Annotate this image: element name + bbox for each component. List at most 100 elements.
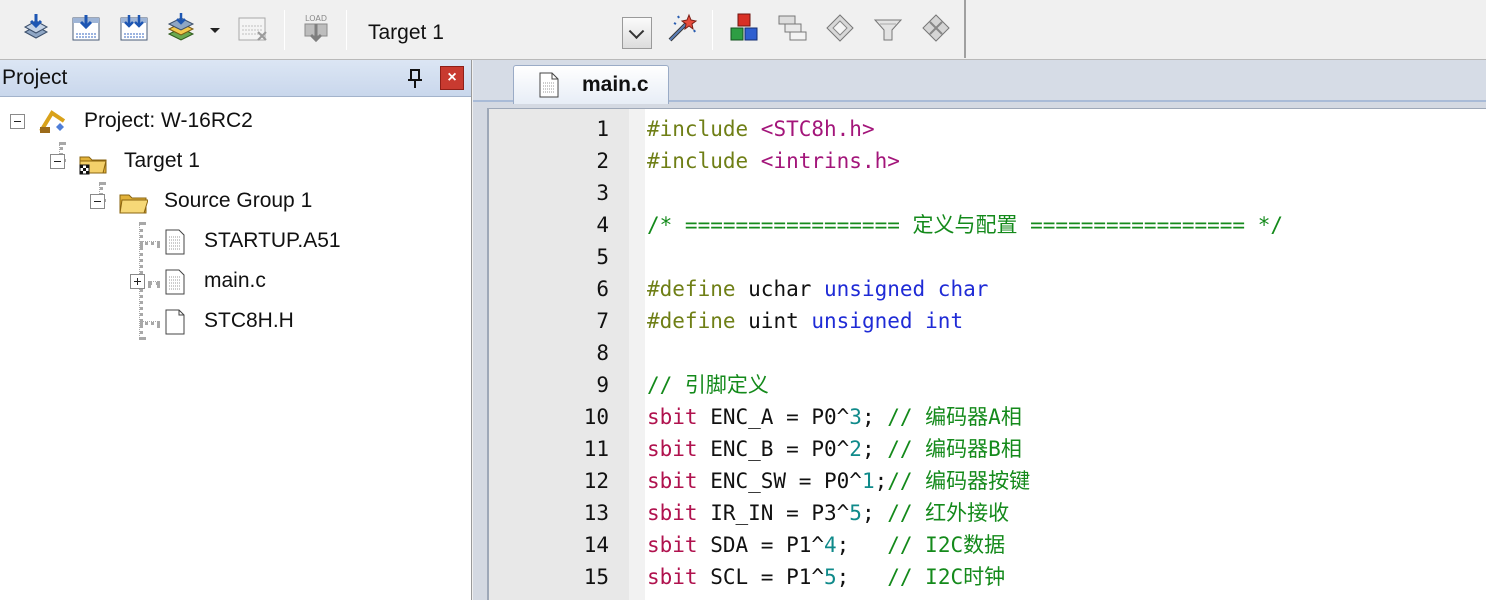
- code-token: // 红外接收: [887, 501, 1010, 525]
- code-token: ENC_SW = P0^: [710, 469, 862, 493]
- code-token: 3: [849, 405, 862, 429]
- project-panel-title: Project: [2, 66, 68, 89]
- options-wand-icon[interactable]: [666, 12, 698, 44]
- select-packs-icon[interactable]: [776, 12, 808, 44]
- manage-run-time-icon[interactable]: [920, 12, 952, 44]
- tree-label: main.c: [204, 269, 266, 292]
- pack-installer-icon[interactable]: [824, 12, 856, 44]
- code-line[interactable]: 3: [489, 177, 1486, 209]
- code-token: // 编码器A相: [887, 405, 1022, 429]
- tree-label: Project: W-16RC2: [84, 109, 253, 132]
- code-line[interactable]: 9 // 引脚定义: [489, 369, 1486, 401]
- tab-label: main.c: [582, 73, 649, 96]
- build-toolbar: LOAD Target 1: [0, 0, 1486, 60]
- code-token: #include: [647, 117, 761, 141]
- code-text: // 引脚定义: [647, 369, 769, 401]
- code-text: #include <STC8h.h>: [647, 113, 875, 145]
- code-line[interactable]: 2 #include <intrins.h>: [489, 145, 1486, 177]
- build-icon[interactable]: [70, 12, 102, 44]
- code-line[interactable]: 13 sbit IR_IN = P3^5; // 红外接收: [489, 497, 1486, 529]
- code-token: #define: [647, 309, 749, 333]
- tree-item-source-group[interactable]: Source Group 1: [0, 184, 470, 218]
- code-token: 5: [849, 501, 862, 525]
- code-line[interactable]: 15 sbit SCL = P1^5; // I2C时钟: [489, 561, 1486, 593]
- line-number: 7: [596, 309, 609, 333]
- code-line[interactable]: 12 sbit ENC_SW = P0^1;// 编码器按键: [489, 465, 1486, 497]
- line-number: 12: [583, 469, 609, 493]
- code-token: sbit: [647, 469, 711, 493]
- line-number: 6: [596, 277, 609, 301]
- expand-icon[interactable]: [130, 274, 145, 289]
- code-line[interactable]: 14 sbit SDA = P1^4; // I2C数据: [489, 529, 1486, 561]
- code-line[interactable]: 8: [489, 337, 1486, 369]
- code-token: unsigned char: [824, 277, 989, 301]
- toolbar-separator: [346, 10, 347, 50]
- code-line[interactable]: 6 #define uchar unsigned char: [489, 273, 1486, 305]
- code-token: SDA = P1^: [710, 533, 825, 557]
- code-line[interactable]: 7 #define uint unsigned int: [489, 305, 1486, 337]
- code-line[interactable]: 4 /* ================= 定义与配置 ============…: [489, 209, 1486, 241]
- code-token: sbit: [647, 565, 711, 589]
- code-token: // I2C时钟: [887, 565, 1006, 589]
- code-line[interactable]: 11 sbit ENC_B = P0^2; // 编码器B相: [489, 433, 1486, 465]
- code-text: sbit ENC_B = P0^2; // 编码器B相: [647, 433, 1022, 465]
- code-editor[interactable]: 1 #include <STC8h.h> 2 #include <intrins.h>…: [487, 108, 1486, 600]
- code-token: 5: [824, 565, 837, 589]
- tab-main-c[interactable]: main.c: [513, 65, 669, 104]
- document-icon: [538, 72, 560, 98]
- folder-icon: [118, 189, 148, 215]
- code-token: ;: [861, 405, 888, 429]
- code-token: #define: [647, 277, 749, 301]
- line-number: 11: [583, 437, 609, 461]
- code-token: // 编码器B相: [887, 437, 1022, 461]
- code-token: // 引脚定义: [647, 373, 769, 397]
- tree-item-target[interactable]: Target 1: [0, 144, 470, 178]
- tree-label: STC8H.H: [204, 309, 294, 332]
- batch-build-dropdown-icon[interactable]: [210, 28, 220, 33]
- line-number: 1: [596, 117, 609, 141]
- line-number: 3: [596, 181, 609, 205]
- toolbar-separator: [712, 10, 713, 50]
- code-text: sbit SCL = P1^5; // I2C时钟: [647, 561, 1005, 593]
- stop-build-icon[interactable]: [236, 12, 268, 44]
- tree-label: Target 1: [124, 149, 200, 172]
- tree-item-project[interactable]: Project: W-16RC2: [0, 104, 470, 138]
- code-text: sbit ENC_A = P0^3; // 编码器A相: [647, 401, 1022, 433]
- editor-tab-bar: main.c: [473, 60, 1486, 104]
- code-token: sbit: [647, 533, 711, 557]
- code-token: <intrins.h>: [760, 149, 900, 173]
- select-software-packs-icon[interactable]: [872, 12, 904, 44]
- tree-item-stc8h-h[interactable]: STC8H.H: [0, 304, 470, 338]
- code-line[interactable]: 10 sbit ENC_A = P0^3; // 编码器A相: [489, 401, 1486, 433]
- line-number: 10: [583, 405, 609, 429]
- line-number: 14: [583, 533, 609, 557]
- asm-file-icon: [160, 229, 190, 255]
- rebuild-icon[interactable]: [118, 12, 150, 44]
- collapse-icon[interactable]: [90, 194, 105, 209]
- translate-icon[interactable]: [20, 12, 52, 44]
- tree-label: Source Group 1: [164, 189, 313, 212]
- close-icon[interactable]: ×: [440, 66, 464, 90]
- collapse-icon[interactable]: [10, 114, 25, 129]
- code-text: /* ================= 定义与配置 =============…: [647, 209, 1283, 241]
- pin-icon[interactable]: [404, 68, 426, 90]
- manage-components-icon[interactable]: [728, 12, 760, 44]
- collapse-icon[interactable]: [50, 154, 65, 169]
- code-token: sbit: [647, 437, 711, 461]
- svg-text:LOAD: LOAD: [305, 14, 327, 23]
- target-select[interactable]: Target 1: [356, 14, 654, 50]
- code-text: sbit SDA = P1^4; // I2C数据: [647, 529, 1005, 561]
- line-number: 13: [583, 501, 609, 525]
- download-icon[interactable]: LOAD: [300, 12, 332, 44]
- code-token: IR_IN = P3^: [710, 501, 850, 525]
- line-number: 8: [596, 341, 609, 365]
- tree-item-main-c[interactable]: main.c: [0, 264, 470, 298]
- code-line[interactable]: 5: [489, 241, 1486, 273]
- tree-item-startup-a51[interactable]: STARTUP.A51: [0, 224, 470, 258]
- c-file-icon: [160, 269, 190, 295]
- code-text: #define uchar unsigned char: [647, 273, 988, 305]
- target-select-dropdown-icon[interactable]: [622, 17, 652, 49]
- batch-build-icon[interactable]: [166, 12, 198, 44]
- code-token: 2: [849, 437, 862, 461]
- code-line[interactable]: 1 #include <STC8h.h>: [489, 113, 1486, 145]
